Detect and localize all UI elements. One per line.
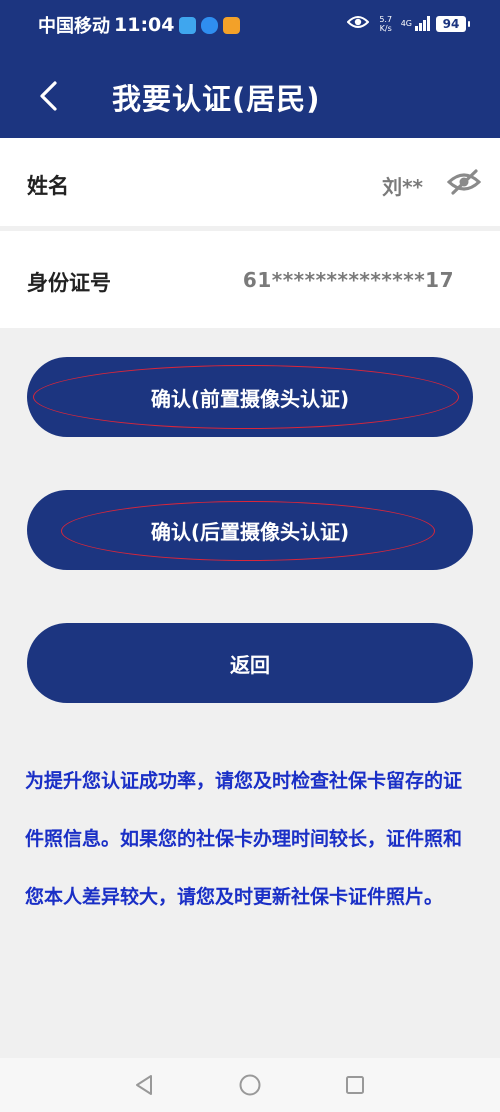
name-row: 姓名 刘** [0,138,500,226]
net-speed: 5.7 K/s [377,15,395,33]
eye-off-icon [447,169,481,195]
rear-camera-confirm-button[interactable]: 确认(后置摄像头认证) [27,490,473,570]
square-recent-icon [346,1076,364,1094]
front-camera-confirm-label: 确认(前置摄像头认证) [150,386,350,411]
name-label: 姓名 [27,174,69,198]
id-number-label: 身份证号 [27,271,111,295]
notice-text: 为提升您认证成功率，请您及时检查社保卡留存的证件照信息。如果您的社保卡办理时间较… [25,770,463,908]
visibility-toggle[interactable] [446,166,482,198]
circle-home-icon [239,1074,261,1096]
front-camera-confirm-button[interactable]: 确认(前置摄像头认证) [27,357,473,437]
nav-back-button[interactable] [131,1072,157,1098]
return-label: 返回 [230,652,270,677]
notes-app-icon [223,16,241,34]
app-header: 中国移动 11:04 5.7 K/s 4G 94 我要认证(居民) [0,0,500,138]
battery-icon: 94 [436,15,470,32]
carrier-name: 中国移动 [38,16,110,37]
status-bar: 中国移动 11:04 5.7 K/s 4G 94 [0,0,500,50]
message-app-icon [201,16,219,34]
back-button[interactable] [28,74,68,118]
status-time: 11:04 [114,14,175,36]
return-button[interactable]: 返回 [27,623,473,703]
net-speed-unit: K/s [379,23,392,33]
triangle-back-icon [136,1075,152,1095]
chevron-left-icon [40,81,57,111]
notification-app-icon [179,16,197,34]
net-speed-value: 5.7 [379,14,393,24]
page-title: 我要认证(居民) [112,82,321,116]
status-right: 5.7 K/s 4G 94 [346,14,470,33]
nav-recent-button[interactable] [342,1072,368,1098]
signal-icon [414,16,430,31]
nav-home-button[interactable] [237,1072,263,1098]
id-number-value: 61**************17 [242,268,454,292]
id-number-row: 身份证号 61**************17 [0,231,500,328]
name-value: 刘** [382,175,423,199]
network-type: 4G [400,19,412,28]
status-left: 中国移动 11:04 [38,12,241,38]
system-nav-bar [0,1058,500,1112]
eye-comfort-icon [346,14,370,33]
rear-camera-confirm-label: 确认(后置摄像头认证) [150,519,350,544]
